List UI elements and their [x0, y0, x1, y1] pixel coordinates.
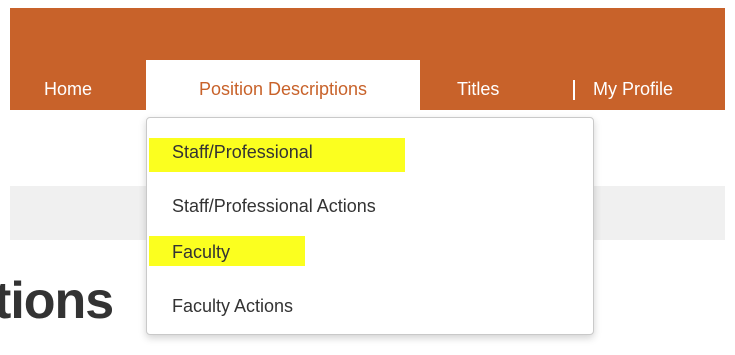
menu-item-faculty-actions[interactable]: Faculty Actions	[172, 296, 293, 317]
page-title: tions	[0, 272, 114, 330]
nav-separator	[573, 80, 575, 100]
nav-item-titles[interactable]: Titles	[457, 60, 499, 110]
menu-item-staff-professional-actions[interactable]: Staff/Professional Actions	[172, 196, 376, 217]
nav-item-position-descriptions[interactable]: Position Descriptions	[146, 60, 420, 110]
menu-item-staff-professional[interactable]: Staff/Professional	[172, 142, 313, 163]
position-descriptions-dropdown: Staff/Professional Staff/Professional Ac…	[146, 117, 594, 335]
nav-item-my-profile[interactable]: My Profile	[593, 60, 673, 110]
menu-item-faculty[interactable]: Faculty	[172, 242, 230, 263]
nav-item-home[interactable]: Home	[44, 60, 92, 110]
